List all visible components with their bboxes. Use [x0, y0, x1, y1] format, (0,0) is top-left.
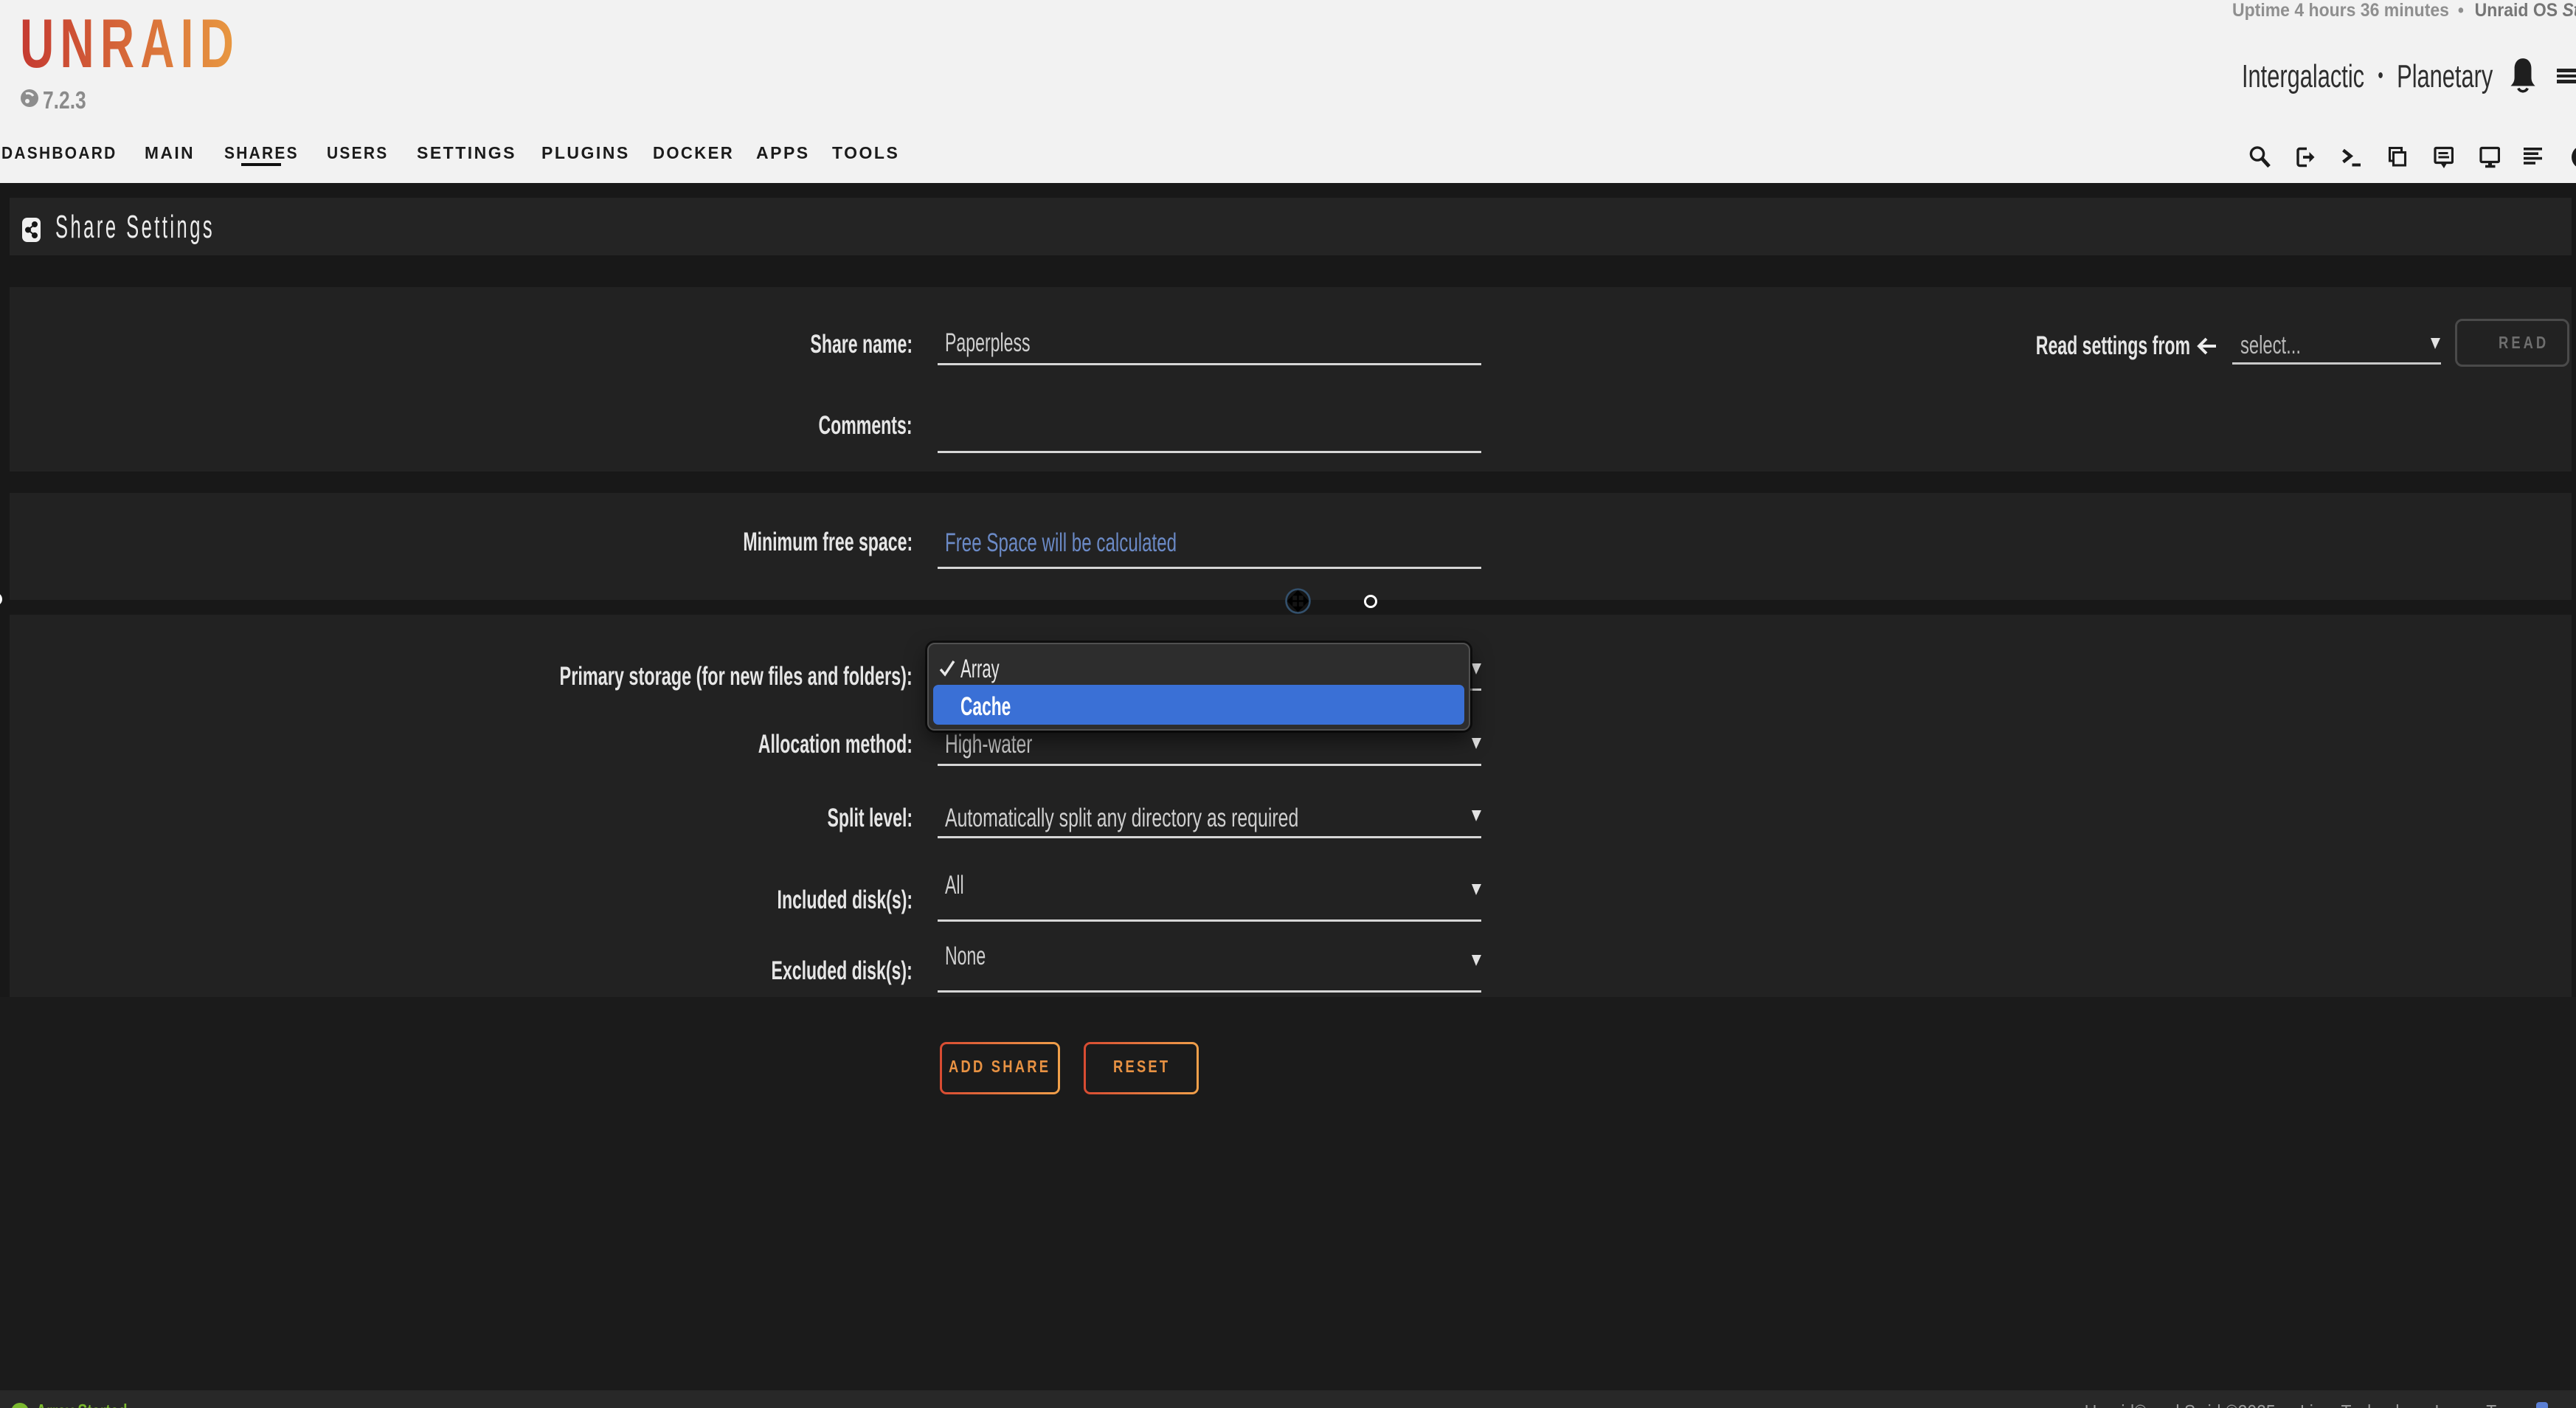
svg-text:UNRAID: UNRAID	[20, 16, 240, 72]
